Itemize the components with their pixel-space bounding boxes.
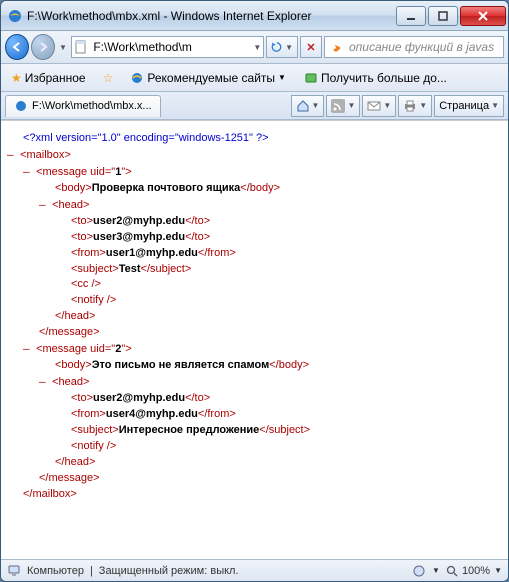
mail-button[interactable]: ▼ (362, 95, 396, 117)
file-icon (74, 40, 88, 54)
close-button[interactable] (460, 6, 506, 26)
status-sep: | (90, 565, 93, 577)
star-icon: ★ (11, 71, 22, 85)
tab-label: F:\Work\method\mbx.x... (32, 100, 152, 112)
chevron-down-icon: ▼ (278, 73, 286, 82)
address-input[interactable] (91, 39, 250, 55)
ie-tab-icon (14, 99, 28, 113)
stop-button[interactable]: ✕ (300, 36, 322, 58)
tree-toggle[interactable]: – (7, 147, 17, 163)
tab-bar: F:\Work\method\mbx.x... ▼ ▼ ▼ ▼ Страница… (1, 92, 508, 120)
zoom-icon (446, 565, 458, 577)
forward-button[interactable] (31, 34, 55, 60)
nav-toolbar: ▼ ▼ ▼ ✕ (1, 31, 508, 64)
ie-small-icon (130, 71, 144, 85)
minimize-button[interactable] (396, 6, 426, 26)
nav-history-dropdown[interactable]: ▼ (57, 34, 70, 60)
feeds-button[interactable]: ▼ (326, 95, 360, 117)
bing-icon (329, 40, 343, 54)
home-button[interactable]: ▼ (291, 95, 325, 117)
title-bar: F:\Work\method\mbx.xml - Windows Interne… (1, 1, 508, 31)
window-title: F:\Work\method\mbx.xml - Windows Interne… (27, 9, 394, 23)
maximize-button[interactable] (428, 6, 458, 26)
zone-icon (412, 564, 426, 578)
favorites-bar: ★ Избранное ☆ Рекомендуемые сайты ▼ Полу… (1, 64, 508, 92)
recommended-sites-link[interactable]: Рекомендуемые сайты ▼ (124, 67, 292, 89)
favorites-label: Избранное (25, 71, 86, 85)
window-buttons (394, 6, 506, 26)
zoom-control[interactable]: 100% ▼ (446, 565, 502, 577)
zoom-value: 100% (462, 565, 490, 577)
get-more-link[interactable]: Получить больше до... (298, 67, 453, 89)
address-dropdown-icon[interactable]: ▼ (253, 43, 261, 52)
back-button[interactable] (5, 34, 29, 60)
recommended-label: Рекомендуемые сайты (147, 71, 275, 85)
favorites-button[interactable]: ★ Избранное (5, 67, 92, 89)
address-bar: ▼ (71, 36, 264, 58)
status-bar: Компьютер | Защищенный режим: выкл. ▼ 10… (1, 559, 508, 581)
page-menu-button[interactable]: Страница▼ (434, 95, 504, 117)
tree-toggle[interactable]: – (23, 341, 33, 357)
computer-icon (7, 564, 21, 578)
tab-active[interactable]: F:\Work\method\mbx.x... (5, 95, 161, 117)
search-box (324, 36, 504, 58)
refresh-button[interactable]: ▼ (266, 36, 298, 58)
status-computer: Компьютер (27, 565, 84, 577)
command-bar: ▼ ▼ ▼ ▼ Страница▼ (291, 95, 504, 117)
window: F:\Work\method\mbx.xml - Windows Interne… (0, 0, 509, 582)
page-label: Страница (439, 100, 489, 112)
print-button[interactable]: ▼ (398, 95, 432, 117)
tree-toggle[interactable]: – (39, 374, 49, 390)
tree-toggle[interactable]: – (23, 164, 33, 180)
ie-icon (7, 8, 23, 24)
status-protected: Защищенный режим: выкл. (99, 565, 239, 577)
zoom-dropdown[interactable]: ▼ (494, 566, 502, 575)
get-more-label: Получить больше до... (321, 71, 447, 85)
search-input[interactable] (347, 39, 499, 55)
slice-icon (304, 71, 318, 85)
suggested-sites-addstar[interactable]: ☆ (98, 68, 119, 88)
zone-dropdown[interactable]: ▼ (432, 566, 440, 575)
tree-toggle[interactable]: – (39, 197, 49, 213)
star-add-icon: ☆ (103, 71, 114, 85)
content-area[interactable]: <?xml version="1.0" encoding="windows-12… (1, 120, 508, 559)
